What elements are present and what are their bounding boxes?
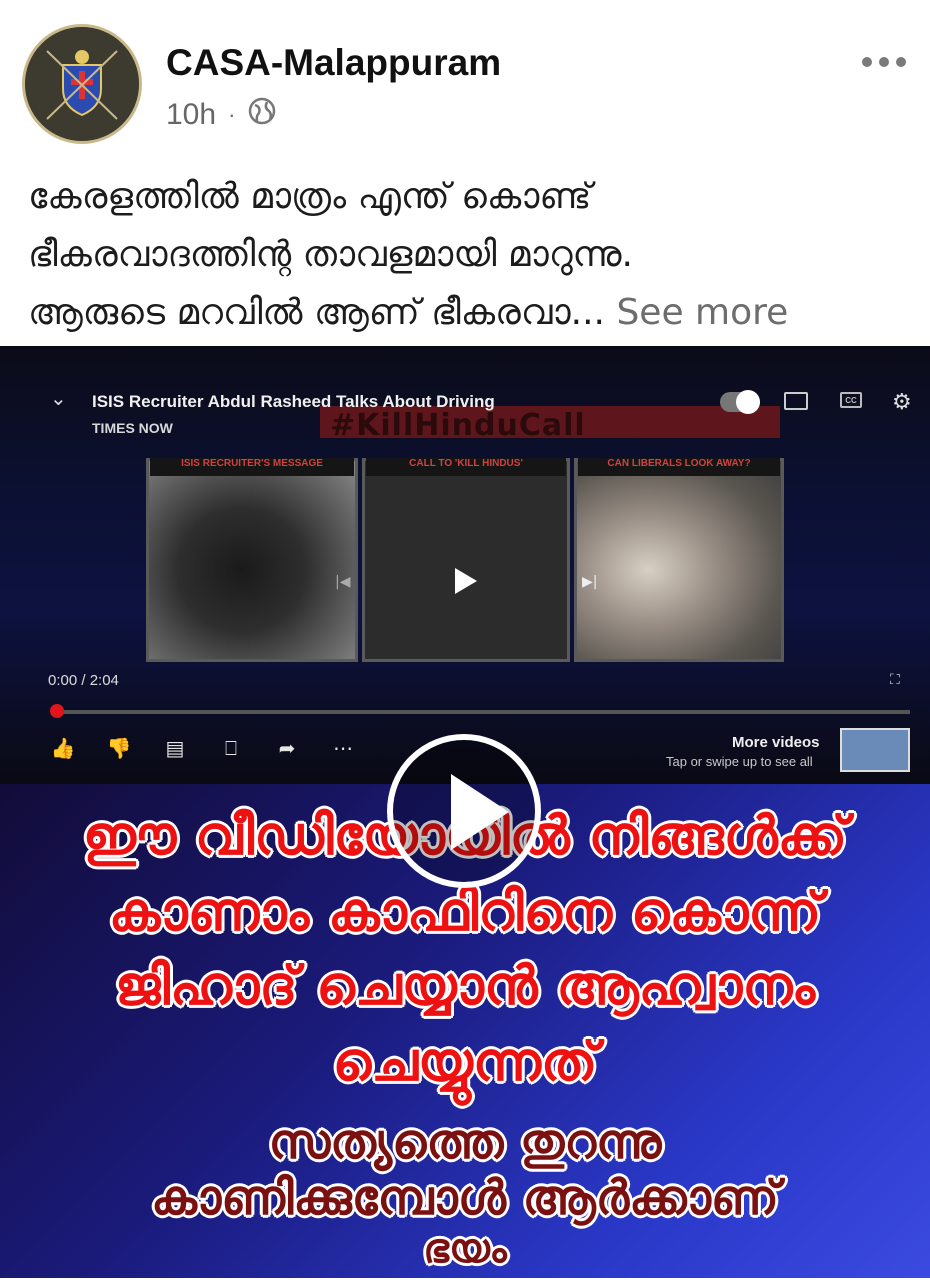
autoplay-toggle[interactable] bbox=[720, 390, 760, 414]
fullscreen-icon[interactable]: ⛶ bbox=[890, 672, 900, 688]
overlay-text: കാണാം കാഫിറിനെ കൊന്ന് bbox=[108, 880, 822, 943]
comment-icon[interactable]: ▤ bbox=[162, 736, 188, 760]
video-channel[interactable]: TIMES NOW bbox=[92, 420, 173, 436]
more-videos-thumbnail[interactable] bbox=[840, 728, 910, 772]
page-name[interactable]: CASA-Malappuram bbox=[166, 42, 501, 84]
overlay-text: ചെയ്യുന്നത് bbox=[332, 1030, 598, 1093]
more-videos-sub: Tap or swipe up to see all bbox=[666, 754, 813, 769]
post-time[interactable]: 10h bbox=[166, 98, 216, 132]
more-videos-label[interactable]: More videos bbox=[732, 734, 820, 751]
progress-knob[interactable] bbox=[50, 704, 64, 718]
video-panel-recruiter bbox=[146, 458, 358, 662]
post-text-line-3: ആരുടെ മറവിൽ ആണ് ഭീകരവാ... bbox=[28, 292, 605, 333]
like-icon[interactable]: 👍 bbox=[50, 736, 76, 760]
video-time: 0:00 / 2:04 bbox=[48, 672, 119, 689]
dislike-icon[interactable]: 👎 bbox=[106, 736, 132, 760]
more-options-icon[interactable] bbox=[862, 52, 906, 72]
captions-icon[interactable]: CC bbox=[840, 392, 862, 408]
progress-bar[interactable] bbox=[52, 710, 910, 714]
overlay-text: കാണിക്കുമ്പോൾ ആർക്കാണ് bbox=[151, 1170, 779, 1226]
meta-dot: · bbox=[228, 102, 236, 127]
overlay-text: സത്യത്തെ തുറന്നു bbox=[268, 1114, 662, 1170]
globe-icon bbox=[247, 96, 277, 134]
save-icon[interactable]: ⎕ bbox=[218, 736, 244, 760]
video-panel-center bbox=[362, 458, 570, 662]
next-icon[interactable]: ▶| bbox=[582, 574, 597, 590]
video-actions: 👍 👎 ▤ ⎕ ➦ ⋯ bbox=[50, 736, 356, 760]
see-more-link[interactable]: See more bbox=[616, 292, 788, 333]
overlay-text: ഭയം bbox=[423, 1226, 507, 1272]
settings-gear-icon[interactable]: ⚙ bbox=[892, 390, 912, 415]
collapse-chevron-icon[interactable]: ⌄ bbox=[50, 386, 67, 410]
video-title[interactable]: ISIS Recruiter Abdul Rasheed Talks About… bbox=[92, 392, 495, 412]
page-avatar[interactable] bbox=[22, 24, 142, 144]
post-text-line: ആരുടെ മറവിൽ ആണ് ഭീകരവാ... See more bbox=[28, 284, 908, 342]
cast-icon[interactable] bbox=[784, 392, 808, 410]
share-icon[interactable]: ➦ bbox=[274, 736, 300, 760]
previous-icon[interactable]: |◀ bbox=[335, 574, 350, 590]
post-text-line: ഭീകരവാദത്തിന്റ താവളമായി മാറുന്നു. bbox=[28, 234, 634, 275]
big-play-button[interactable] bbox=[387, 734, 541, 888]
overlay-text: ജിഹാദ് ചെയ്യാൻ ആഹ്വാനം bbox=[115, 954, 815, 1017]
video-frame: #KillHinduCall ⌄ ISIS Recruiter Abdul Ra… bbox=[0, 346, 930, 784]
banner-text: #KillHinduCall bbox=[330, 408, 586, 443]
video-player[interactable]: #KillHinduCall ⌄ ISIS Recruiter Abdul Ra… bbox=[0, 346, 930, 1278]
post-meta: 10h · bbox=[166, 96, 277, 134]
panel-label: ISIS RECRUITER'S MESSAGE bbox=[150, 458, 354, 476]
panel-label: CALL TO 'KILL HINDUS' bbox=[366, 458, 566, 476]
post-text: കേരളത്തിൽ മാത്രം എന്ത് കൊണ്ട് ഭീകരവാദത്ത… bbox=[28, 168, 908, 342]
panel-label: CAN LIBERALS LOOK AWAY? bbox=[578, 458, 780, 476]
post-text-line: കേരളത്തിൽ മാത്രം എന്ത് കൊണ്ട് bbox=[28, 176, 592, 217]
video-panel-liberals bbox=[574, 458, 784, 662]
play-icon[interactable] bbox=[455, 568, 477, 594]
more-actions-icon[interactable]: ⋯ bbox=[330, 736, 356, 760]
